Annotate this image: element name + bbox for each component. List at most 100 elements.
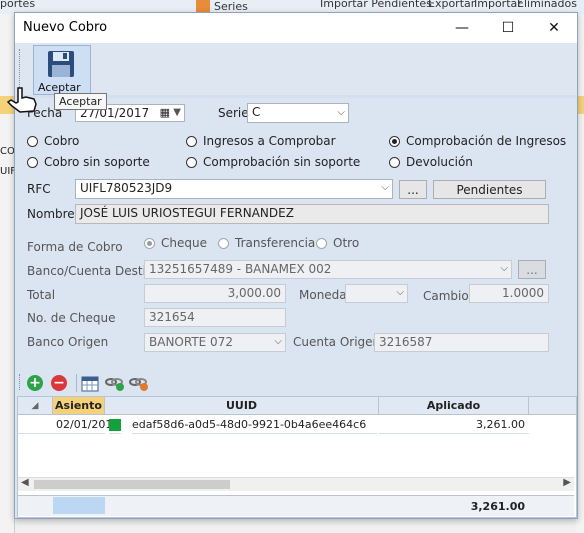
bg-menu-importar: Importar [474,0,522,10]
close-button[interactable]: ✕ [531,13,577,43]
cell-asiento[interactable]: 02/01/201 [53,416,112,434]
serie-value: C [252,105,261,119]
radio-comprobacion-ingresos-circle [389,135,400,147]
radio-ingresos-comprobar[interactable]: Ingresos a Comprobar [186,134,336,148]
cell-aplicado[interactable]: 3,261.00 [379,416,529,434]
calendar-grid-icon[interactable] [81,374,99,392]
scroll-left-icon[interactable]: ◀ [21,477,29,488]
radio-ingresos-comprobar-label: Ingresos a Comprobar [203,134,336,148]
horizontal-scrollbar[interactable]: ◀ ▶ [18,477,574,491]
moneda-select[interactable]: ⌵ [345,284,408,303]
aceptar-tooltip: Aceptar [54,93,107,110]
total-field[interactable]: 3,000.00 [144,284,286,303]
title-bar: Nuevo Cobro — ☐ ✕ [15,13,577,43]
aceptar-button[interactable]: Aceptar [33,45,91,95]
radio-cobro-sin-soporte-label: Cobro sin soporte [44,155,150,169]
forma-cheque-label: Cheque [161,236,207,250]
cambio-label: Cambio [423,289,469,303]
header-asiento[interactable]: Asiento [53,397,105,415]
rfc-chevron-down-icon: ⌵ [381,182,389,193]
serie-chevron-down-icon: ⌵ [337,107,345,118]
rfc-select[interactable]: UIFL780523JD9 ⌵ [75,179,393,199]
footer-asiento-cell [53,497,105,514]
moneda-chevron-down-icon: ⌵ [396,287,404,298]
footer-total: 3,261.00 [470,499,525,513]
radio-cobro-sin-soporte-circle [27,156,38,168]
forma-cheque[interactable]: Cheque [144,236,207,250]
header-uuid[interactable]: UUID [105,397,379,415]
forma-cobro-label: Forma de Cobro [27,240,123,254]
banco-origen-chevron-down-icon: ⌵ [274,336,282,347]
radio-devolucion-label: Devolución [406,155,473,169]
radio-cobro-circle [27,135,38,147]
nombre-field[interactable]: JOSÉ LUIS URIOSTEGUI FERNANDEZ [75,204,549,224]
nuevo-cobro-dialog: Nuevo Cobro — ☐ ✕ Aceptar Fecha 27/01/20… [14,12,578,519]
calendar-icon[interactable]: ▦ [160,106,170,119]
bg-menu-eliminados: Eliminados [517,0,577,10]
toolbar-grip [19,374,23,390]
cuenta-origen-field[interactable]: 3216587 [374,333,549,352]
banco-origen-select[interactable]: BANORTE 072 ⌵ [144,333,286,352]
radio-comprobacion-ingresos[interactable]: Comprobación de Ingresos [389,134,566,148]
cuenta-origen-label: Cuenta Origen [293,335,381,349]
serie-select[interactable]: C ⌵ [247,103,349,123]
save-icon [48,51,74,77]
nombre-label: Nombre [27,207,75,221]
ribbon: Aceptar [15,43,577,96]
add-icon[interactable]: + [27,375,43,391]
bg-menu-exportar: Exportar [428,0,476,10]
moneda-label: Moneda [299,288,347,302]
banco-origen-value: BANORTE 072 [149,335,233,349]
radio-cobro[interactable]: Cobro [27,134,79,148]
forma-transferencia-label: Transferencia [235,236,316,250]
row-selector[interactable] [18,416,53,434]
grid-footer: 3,261.00 [18,495,574,516]
radio-comprobacion-sin-soporte[interactable]: Comprobación sin soporte [186,155,360,169]
forma-cheque-circle [144,237,155,249]
banco-origen-label: Banco Origen [27,335,109,349]
no-cheque-field[interactable]: 321654 [144,308,286,327]
forma-transferencia-circle [218,237,229,249]
aplicaciones-grid: ◢ Asiento UUID Aplicado 02/01/201 edaf58… [17,396,577,518]
no-cheque-label: No. de Cheque [27,311,116,325]
radio-ingresos-comprobar-circle [186,135,197,147]
radio-devolucion-circle [389,156,400,168]
link-add-icon[interactable] [105,374,125,392]
forma-otro-label: Otro [333,236,360,250]
row-indicator-icon: ◢ [31,400,39,411]
bg-menu-importar-pendientes: Importar Pendientes [320,0,432,10]
header-aplicado[interactable]: Aplicado [379,397,529,415]
banco-destino-browse-button[interactable]: ... [518,260,546,279]
scrollbar-thumb[interactable] [34,480,230,489]
fecha-dropdown-icon[interactable]: ▼ [173,107,181,118]
forma-otro-circle [316,237,327,249]
radio-devolucion[interactable]: Devolución [389,155,473,169]
link-remove-icon[interactable] [129,374,149,392]
cambio-field[interactable]: 1.0000 [469,284,549,303]
radio-comprobacion-sin-soporte-label: Comprobación sin soporte [203,155,361,169]
radio-cobro-label: Cobro [44,134,80,148]
minimize-button[interactable]: — [439,13,485,43]
banco-destino-select[interactable]: 13251657489 - BANAMEX 002 ⌵ [144,260,512,279]
forma-otro[interactable]: Otro [316,236,359,250]
radio-comprobacion-sin-soporte-circle [186,156,197,168]
bg-left-fragment-1: CO [0,146,15,157]
banco-destino-label: Banco/Cuenta Destino [27,264,161,278]
radio-cobro-sin-soporte[interactable]: Cobro sin soporte [27,155,150,169]
pendientes-button[interactable]: Pendientes [433,180,546,199]
maximize-button[interactable]: ☐ [485,13,531,43]
rfc-value: UIFL780523JD9 [80,181,173,195]
banco-destino-value: 13251657489 - BANAMEX 002 [149,262,332,276]
scroll-right-icon[interactable]: ▶ [563,477,571,488]
remove-icon[interactable]: − [51,375,67,391]
header-filler [529,397,576,415]
forma-transferencia[interactable]: Transferencia [218,236,315,250]
serie-label: Serie [218,106,249,120]
total-label: Total [27,288,56,302]
rfc-label: RFC [27,182,51,196]
cell-uuid[interactable]: edaf58d6-a0d5-48d0-9921-0b4a6ee464c6 [132,416,377,434]
bg-series-icon [196,0,210,12]
grid-corner: ◢ [18,397,53,415]
banco-destino-chevron-down-icon: ⌵ [500,263,508,274]
rfc-browse-button[interactable]: ... [399,180,427,199]
